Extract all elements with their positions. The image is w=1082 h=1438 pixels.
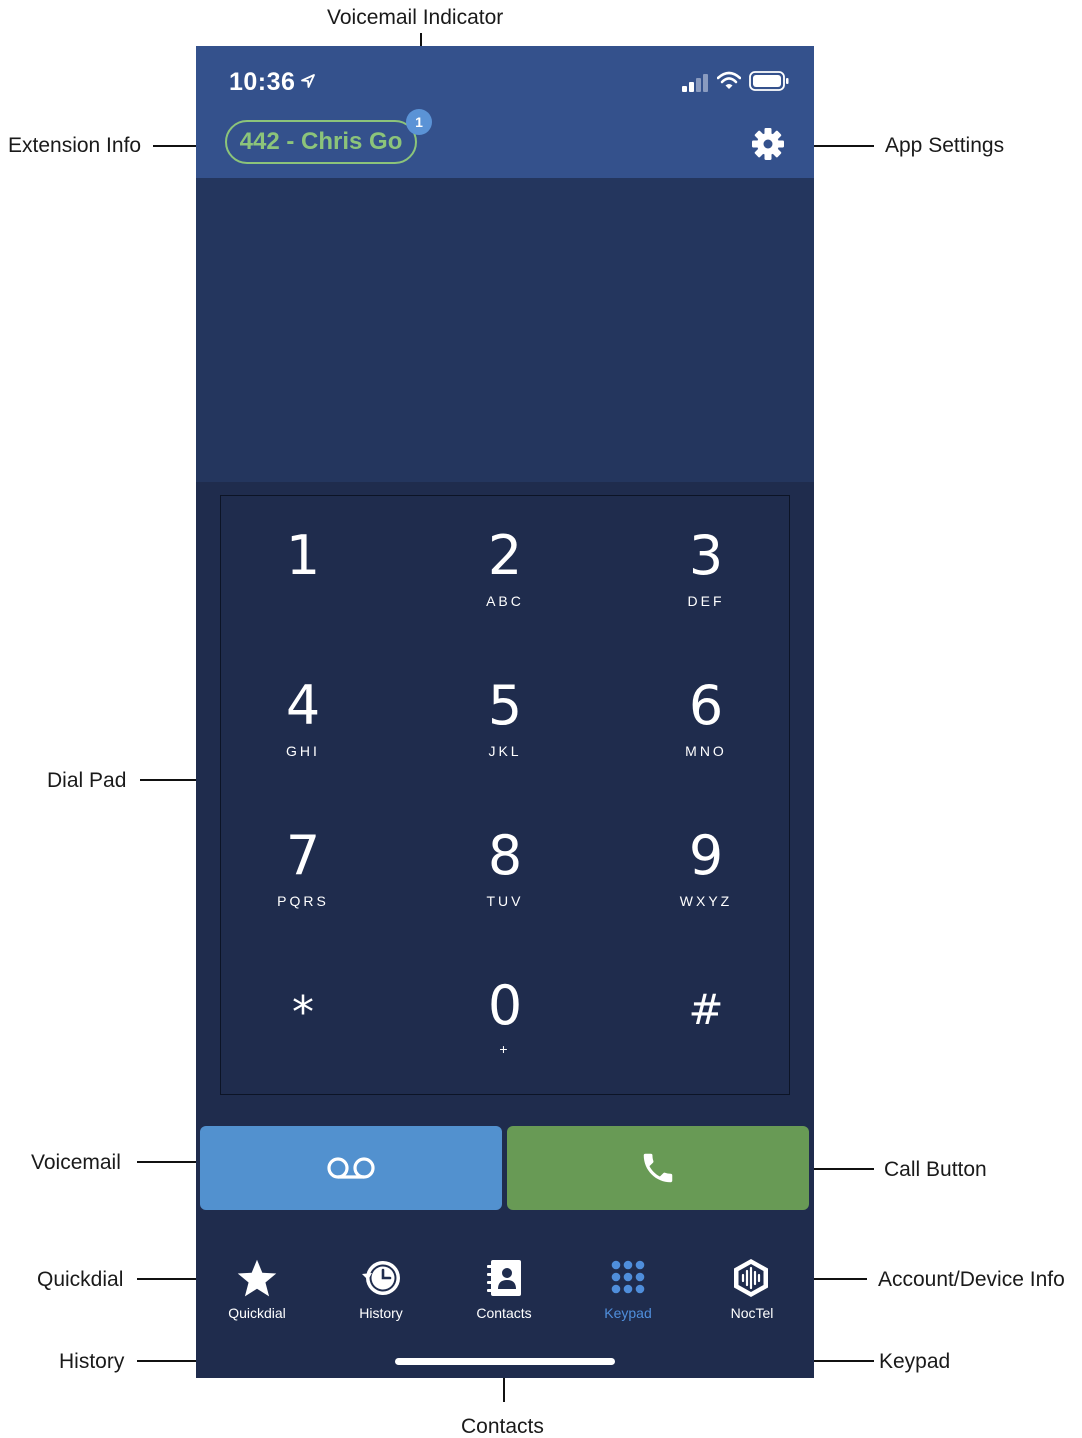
tab-history[interactable]: History [326,1256,436,1326]
key-letters: + [499,1041,511,1057]
dial-key-1[interactable]: 1 [238,511,368,621]
voicemail-indicator-badge[interactable]: 1 [406,109,432,135]
tab-label: NocTel [730,1305,774,1321]
key-letters: TUV [486,893,524,909]
app-header: 10:36 442 - Chris Go 1 [196,46,814,178]
key-digit: 7 [285,824,321,887]
key-letters: GHI [286,743,320,759]
dial-key-8[interactable]: 8 TUV [440,811,570,921]
key-digit: 5 [487,674,523,737]
wifi-icon [717,71,741,89]
signal-icon [682,74,708,92]
key-letters: WXYZ [679,893,733,909]
keypad-grid-icon [611,1260,645,1294]
dial-key-0[interactable]: 0 + [440,961,570,1071]
annotation-contacts: Contacts [461,1415,544,1438]
key-letters: DEF [687,593,725,609]
phone-icon [643,1153,673,1183]
dial-key-2[interactable]: 2 ABC [440,511,570,621]
annotation-extension-info: Extension Info [8,134,142,157]
key-letters: JKL [488,743,522,759]
key-digit: # [688,985,724,1034]
key-letters: ABC [486,593,524,609]
tab-noctel[interactable]: NocTel [697,1256,807,1326]
annotation-dial-pad: Dial Pad [47,769,127,792]
tab-label: Quickdial [228,1305,286,1321]
annotation-voicemail-indicator: Voicemail Indicator [327,6,504,29]
contacts-book-icon [487,1260,521,1296]
dial-key-7[interactable]: 7 PQRS [238,811,368,921]
tab-contacts[interactable]: Contacts [449,1256,559,1326]
noctel-logo-icon [734,1259,768,1297]
dial-key-9[interactable]: 9 WXYZ [641,811,771,921]
voicemail-button[interactable] [200,1126,502,1210]
dial-key-4[interactable]: 4 GHI [238,661,368,771]
annotation-account-device-info: Account/Device Info [878,1268,1065,1291]
dial-key-star[interactable]: * [238,961,368,1071]
dial-key-3[interactable]: 3 DEF [641,511,771,621]
clock-history-icon [362,1261,400,1295]
status-time: 10:36 [229,68,296,96]
leader-voicemail [137,1161,201,1163]
number-display [196,178,814,482]
key-digit: 9 [688,824,724,887]
annotation-history: History [59,1350,125,1373]
location-arrow-icon [301,74,315,88]
dial-key-hash[interactable]: # [641,961,771,1071]
home-indicator[interactable] [395,1358,615,1365]
leader-call-button [812,1168,874,1170]
key-digit: 8 [487,824,523,887]
tab-label: Contacts [476,1305,532,1321]
phone-screen: 10:36 442 - Chris Go 1 1 2 ABC 3 DEF 4 G… [196,46,814,1378]
extension-info-button[interactable]: 442 - Chris Go [225,120,417,164]
key-digit: 2 [487,524,523,587]
tab-keypad[interactable]: Keypad [573,1256,683,1326]
key-letters: PQRS [277,893,329,909]
tab-label: History [359,1305,403,1321]
tab-label: Keypad [604,1305,652,1321]
annotation-call-button: Call Button [884,1158,987,1181]
dial-pad: 1 2 ABC 3 DEF 4 GHI 5 JKL 6 MNO 7 PQRS 8 [220,495,790,1095]
key-digit: 0 [487,974,523,1037]
key-digit: 1 [285,524,321,587]
key-digit: * [292,987,314,1038]
gear-icon[interactable] [751,127,785,161]
annotation-quickdial: Quickdial [37,1268,124,1291]
battery-icon [749,71,789,91]
call-button[interactable] [507,1126,809,1210]
voicemail-icon [327,1157,375,1179]
annotation-voicemail: Voicemail [31,1151,121,1174]
key-digit: 4 [285,674,321,737]
dial-key-5[interactable]: 5 JKL [440,661,570,771]
star-icon [237,1259,277,1297]
key-digit: 6 [688,674,724,737]
dial-key-6[interactable]: 6 MNO [641,661,771,771]
annotation-keypad: Keypad [879,1350,951,1373]
annotation-app-settings: App Settings [885,134,1005,157]
key-digit: 3 [688,524,724,587]
key-letters: MNO [685,743,727,759]
tab-quickdial[interactable]: Quickdial [202,1256,312,1326]
